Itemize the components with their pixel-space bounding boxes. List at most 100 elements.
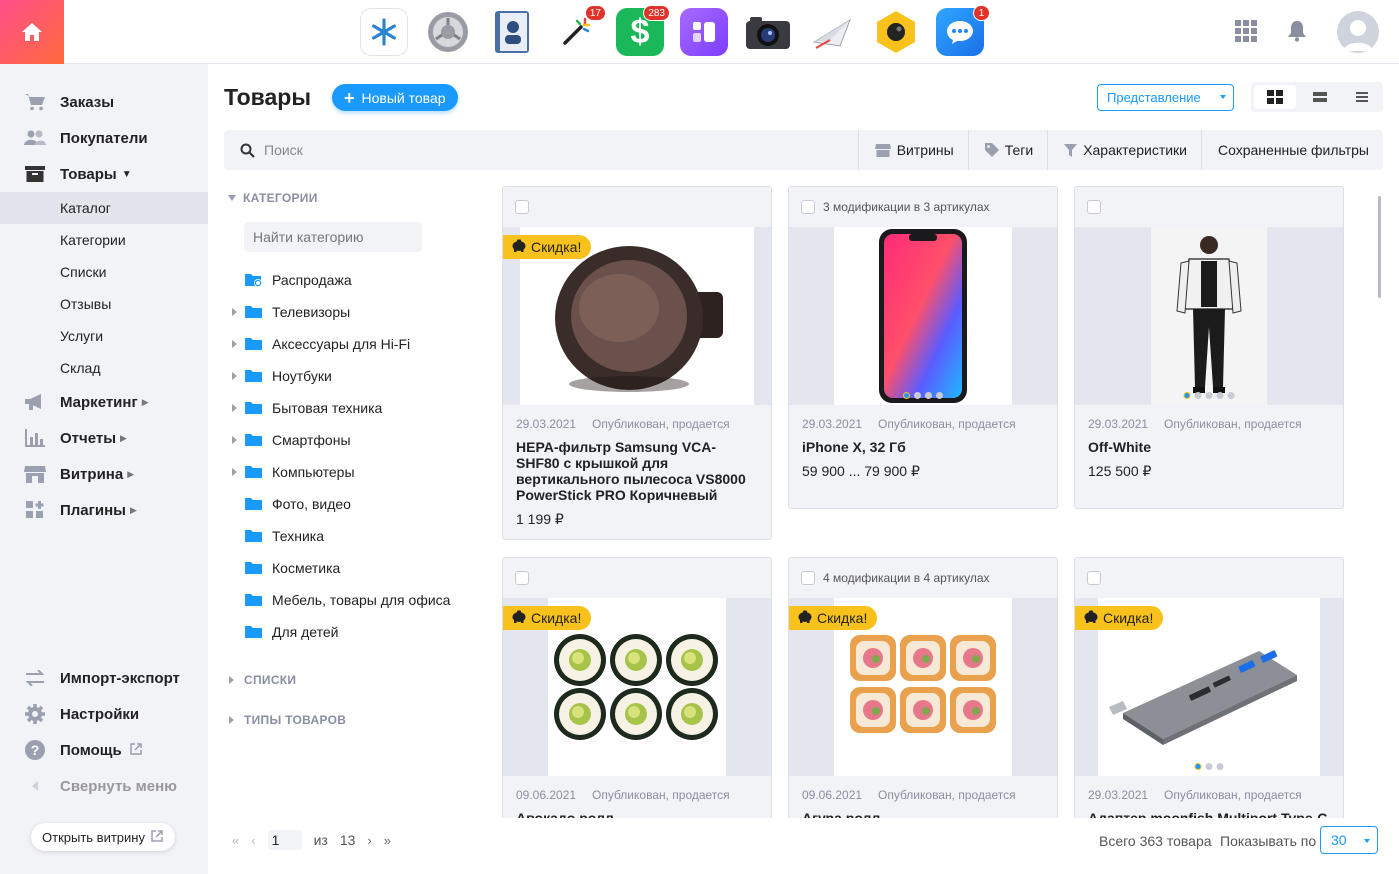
- sidebar-item-orders[interactable]: Заказы: [0, 84, 208, 120]
- gallery-dot[interactable]: [1194, 392, 1202, 399]
- gallery-dot[interactable]: [936, 392, 943, 399]
- category-item[interactable]: Бытовая техника: [224, 392, 484, 424]
- camera-app-icon[interactable]: [744, 8, 792, 56]
- sidebar-item-customers[interactable]: Покупатели: [0, 120, 208, 156]
- next-page-icon[interactable]: ›: [367, 833, 371, 848]
- product-name[interactable]: Адаптер moonfish Multiport Type-C: [1075, 802, 1343, 818]
- apps-grid-icon[interactable]: [1235, 19, 1257, 45]
- gallery-dot[interactable]: [1227, 392, 1235, 399]
- category-item[interactable]: Ноутбуки: [224, 360, 484, 392]
- select-checkbox[interactable]: [801, 571, 815, 585]
- sidebar-item-categories[interactable]: Категории: [0, 224, 208, 256]
- scrollbar[interactable]: [1378, 196, 1381, 298]
- category-item[interactable]: Распродажа: [224, 264, 484, 296]
- home-button[interactable]: [0, 0, 64, 64]
- search-input[interactable]: Поиск: [224, 130, 858, 170]
- product-name[interactable]: HEPA-фильтр Samsung VCA-SHF80 с крышкой …: [503, 431, 771, 503]
- chevron-right-icon[interactable]: [224, 340, 244, 348]
- prev-page-icon[interactable]: ‹: [251, 833, 255, 848]
- first-page-icon[interactable]: «: [232, 833, 239, 848]
- select-checkbox[interactable]: [515, 200, 529, 214]
- category-item[interactable]: Косметика: [224, 552, 484, 584]
- product-card[interactable]: Скидка! 09.06.2021 Опубликован, продается А…: [502, 557, 772, 818]
- product-image-area[interactable]: Скидка!: [789, 598, 1057, 776]
- category-item[interactable]: Фото, видео: [224, 488, 484, 520]
- product-image-area[interactable]: [1075, 227, 1343, 405]
- chevron-right-icon[interactable]: [224, 308, 244, 316]
- product-card[interactable]: 29.03.2021 Опубликован, продается Off-Whit…: [1074, 186, 1344, 509]
- product-image-area[interactable]: Скидка!: [1075, 598, 1343, 776]
- category-item[interactable]: Аксессуары для Hi-Fi: [224, 328, 484, 360]
- sidebar-item-settings[interactable]: Настройки: [0, 696, 208, 732]
- sidebar-item-reviews[interactable]: Отзывы: [0, 288, 208, 320]
- gallery-dot[interactable]: [1205, 763, 1213, 770]
- product-card[interactable]: 4 модификации в 4 артикулах Скидка! 09.06.…: [788, 557, 1058, 818]
- magic-wand-app-icon[interactable]: 17: [552, 5, 606, 56]
- chevron-right-icon[interactable]: [224, 468, 244, 476]
- contacts-book-app-icon[interactable]: [488, 8, 536, 56]
- hexagon-app-icon[interactable]: [872, 8, 920, 56]
- lists-heading[interactable]: СПИСКИ: [224, 670, 296, 690]
- filter-tags[interactable]: Теги: [967, 130, 1047, 170]
- view-select[interactable]: Представление: [1097, 84, 1234, 111]
- sidebar-item-plugins[interactable]: Плагины ▶: [0, 492, 208, 528]
- category-item[interactable]: Телевизоры: [224, 296, 484, 328]
- category-item[interactable]: Смартфоны: [224, 424, 484, 456]
- category-item[interactable]: Компьютеры: [224, 456, 484, 488]
- settings-gear-app-icon[interactable]: [424, 8, 472, 56]
- sidebar-item-storefront[interactable]: Витрина ▶: [0, 456, 208, 492]
- gallery-dot[interactable]: [1205, 392, 1213, 399]
- sidebar-item-products[interactable]: Товары ▼: [0, 156, 208, 192]
- sidebar-item-marketing[interactable]: Маркетинг ▶: [0, 384, 208, 420]
- chevron-right-icon[interactable]: [224, 436, 244, 444]
- page-number-input[interactable]: 1: [267, 830, 302, 850]
- sidebar-item-reports[interactable]: Отчеты ▶: [0, 420, 208, 456]
- product-name[interactable]: iPhone X, 32 Гб: [789, 431, 1057, 455]
- filter-saved[interactable]: Сохраненные фильтры: [1201, 130, 1383, 170]
- gallery-dot[interactable]: [925, 392, 932, 399]
- filter-storefronts[interactable]: Витрины: [857, 130, 968, 170]
- product-image-area[interactable]: Скидка!: [503, 598, 771, 776]
- select-checkbox[interactable]: [1087, 200, 1101, 214]
- per-page-select[interactable]: 30: [1320, 826, 1378, 854]
- categories-heading[interactable]: КАТЕГОРИИ: [224, 188, 484, 208]
- sidebar-item-help[interactable]: ? Помощь: [0, 732, 208, 768]
- sidebar-item-import-export[interactable]: Импорт-экспорт: [0, 660, 208, 696]
- product-card[interactable]: Скидка! 29.03.2021 Опубликован, продается H…: [502, 186, 772, 540]
- chat-app-icon[interactable]: 1: [936, 5, 990, 56]
- filter-features[interactable]: Характеристики: [1047, 130, 1201, 170]
- gallery-dot[interactable]: [1216, 392, 1224, 399]
- product-types-heading[interactable]: ТИПЫ ТОВАРОВ: [224, 710, 346, 730]
- sidebar-item-lists[interactable]: Списки: [0, 256, 208, 288]
- product-name[interactable]: Авокадо ролл: [503, 802, 771, 818]
- gallery-dot[interactable]: [903, 392, 910, 399]
- product-image-area[interactable]: [789, 227, 1057, 405]
- bell-icon[interactable]: [1287, 20, 1307, 45]
- select-checkbox[interactable]: [1087, 571, 1101, 585]
- chevron-right-icon[interactable]: [224, 404, 244, 412]
- product-name[interactable]: Off-White: [1075, 431, 1343, 455]
- select-checkbox[interactable]: [801, 200, 815, 214]
- new-product-button[interactable]: + Новый товар: [332, 84, 458, 111]
- gallery-dot[interactable]: [1183, 392, 1191, 399]
- category-item[interactable]: Мебель, товары для офиса: [224, 584, 484, 616]
- snowflake-app-icon[interactable]: [360, 8, 408, 56]
- gallery-dot[interactable]: [914, 392, 921, 399]
- product-image-area[interactable]: Скидка!: [503, 227, 771, 405]
- select-checkbox[interactable]: [515, 571, 529, 585]
- chevron-right-icon[interactable]: [224, 372, 244, 380]
- view-list-button[interactable]: [1341, 82, 1383, 112]
- purple-app-icon[interactable]: [680, 8, 728, 56]
- product-name[interactable]: Агура ролл: [789, 802, 1057, 818]
- gallery-dot[interactable]: [1194, 763, 1202, 770]
- gallery-dot[interactable]: [1216, 763, 1224, 770]
- shop-dollar-app-icon[interactable]: $ 283: [616, 5, 670, 56]
- sidebar-item-catalog[interactable]: Каталог: [0, 192, 208, 224]
- sidebar-item-collapse[interactable]: Свернуть меню: [0, 768, 208, 804]
- category-item[interactable]: Для детей: [224, 616, 484, 648]
- last-page-icon[interactable]: »: [384, 833, 391, 848]
- open-store-button[interactable]: Открыть витрину: [31, 823, 175, 851]
- view-rows-button[interactable]: [1299, 82, 1341, 112]
- product-card[interactable]: Скидка! 29.03.2021 Опубликован, продается А…: [1074, 557, 1344, 818]
- view-tiles-button[interactable]: [1254, 85, 1296, 109]
